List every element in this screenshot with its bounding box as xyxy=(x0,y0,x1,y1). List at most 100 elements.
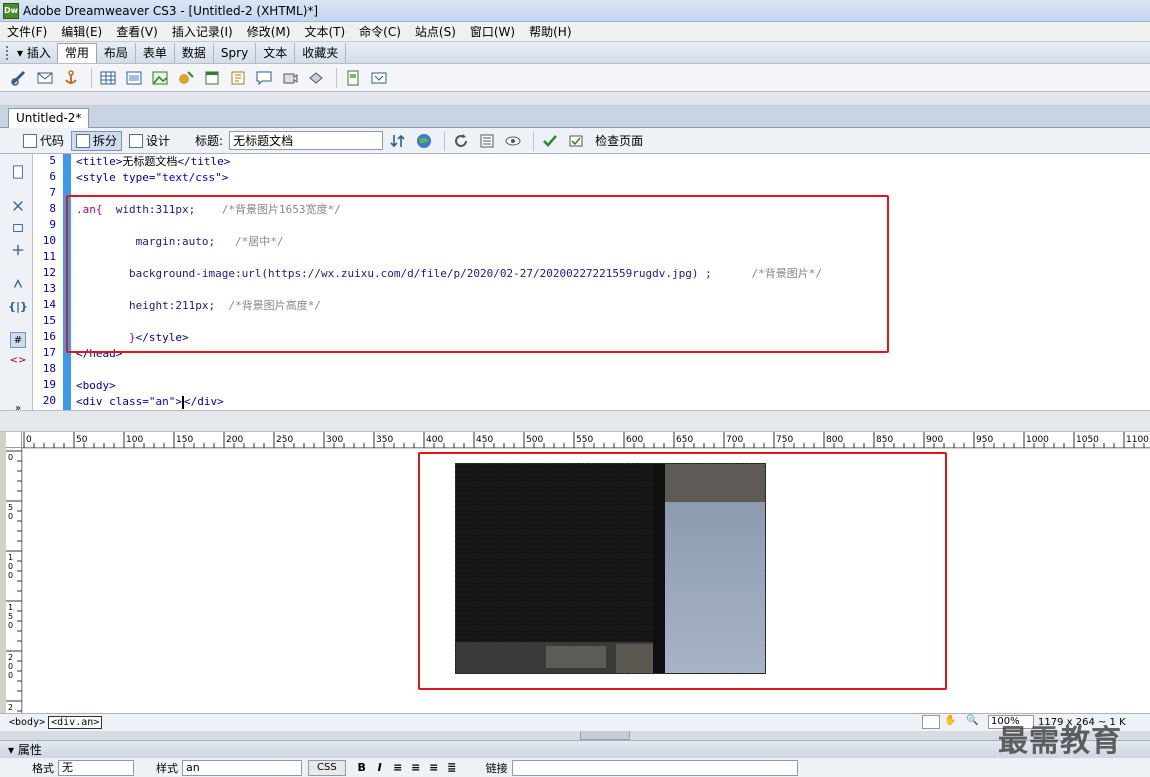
head-content-icon[interactable] xyxy=(279,67,301,89)
highlight-invalid-code-icon[interactable]: <> xyxy=(10,352,27,368)
menu-insert[interactable]: 插入记录(I) xyxy=(165,22,240,42)
design-view-button[interactable]: 设计 xyxy=(124,131,175,151)
link-input[interactable] xyxy=(511,759,798,776)
line-number: 16 xyxy=(42,330,56,343)
ruler-label: 50 xyxy=(76,435,88,445)
align-center-icon[interactable]: ≡ xyxy=(408,761,424,774)
date-icon[interactable] xyxy=(201,67,223,89)
comment-icon[interactable] xyxy=(253,67,275,89)
balance-braces-icon[interactable]: {|} xyxy=(8,298,28,314)
menu-modify[interactable]: 修改(M) xyxy=(240,22,298,42)
vertical-ruler[interactable]: 0501001502002 xyxy=(6,448,22,713)
view-options-icon[interactable] xyxy=(476,130,498,152)
align-justify-icon[interactable]: ≣ xyxy=(444,761,460,774)
menu-window[interactable]: 窗口(W) xyxy=(463,22,522,42)
expand-all-icon[interactable] xyxy=(10,242,26,258)
select-parent-tag-icon[interactable] xyxy=(10,276,26,292)
css-button[interactable]: CSS xyxy=(308,759,346,776)
insert-tab-text[interactable]: 文本 xyxy=(256,42,296,63)
menu-view[interactable]: 查看(V) xyxy=(109,22,165,42)
email-link-icon[interactable] xyxy=(34,67,56,89)
named-anchor-icon[interactable] xyxy=(60,67,82,89)
line-numbers-icon[interactable]: # xyxy=(10,332,26,348)
panel-grip-icon[interactable] xyxy=(6,45,14,60)
page-title-input[interactable] xyxy=(229,131,384,150)
ruler-label: 1 xyxy=(8,603,13,612)
menu-site[interactable]: 站点(S) xyxy=(408,22,463,42)
code-view-icon xyxy=(23,133,37,148)
horizontal-ruler[interactable]: 0 50 100 150 200 250 300 350 400 450 500 550 600 650 7… xyxy=(22,432,1150,448)
ruler-label: 550 xyxy=(576,435,593,445)
format-select[interactable]: 无 xyxy=(58,759,134,776)
insert-panel-bar: ▾ 插入 常用 布局 表单 数据 Spry 文本 收藏夹 xyxy=(0,42,1150,64)
validate-markup-icon[interactable] xyxy=(539,130,561,152)
preview-browser-icon[interactable] xyxy=(413,130,435,152)
menu-commands[interactable]: 命令(C) xyxy=(352,22,408,42)
document-tab-untitled-2[interactable]: Untitled-2* xyxy=(8,108,90,128)
insert-tab-favorites[interactable]: 收藏夹 xyxy=(295,42,347,63)
code-view-button[interactable]: 代码 xyxy=(18,131,69,151)
menu-bar: 文件(F) 编辑(E) 查看(V) 插入记录(I) 修改(M) 文本(T) 命令… xyxy=(0,22,1150,42)
title-bar: Dw Adobe Dreamweaver CS3 - [Untitled-2 (… xyxy=(0,0,1150,22)
check-browser-compat-icon[interactable] xyxy=(565,130,587,152)
menu-edit[interactable]: 编辑(E) xyxy=(54,22,109,42)
div-insert-icon[interactable] xyxy=(123,67,145,89)
ruler-label: 1050 xyxy=(1076,435,1099,445)
zoom-tool-icon[interactable]: 🔍 xyxy=(966,715,984,729)
collapse-selection-icon[interactable] xyxy=(10,220,26,236)
code-line-6[interactable]: <style type="text/css"> xyxy=(76,170,228,186)
ruler-label: 5 xyxy=(8,503,13,512)
code-line-19[interactable]: <body> xyxy=(76,378,116,394)
insert-tab-spry[interactable]: Spry xyxy=(214,42,257,63)
tag-chooser-icon[interactable] xyxy=(368,67,390,89)
menu-file[interactable]: 文件(F) xyxy=(0,22,54,42)
style-select[interactable]: an xyxy=(182,759,302,776)
vertical-ruler-ticks: 0501001502002 xyxy=(6,450,22,712)
media-icon[interactable] xyxy=(175,67,197,89)
code-line-20[interactable]: <div class="an"> </div> xyxy=(76,394,224,410)
collapse-full-tag-icon[interactable] xyxy=(10,198,26,214)
insert-tab-layout[interactable]: 布局 xyxy=(97,42,136,63)
server-side-include-icon[interactable] xyxy=(227,67,249,89)
bold-button[interactable]: B xyxy=(354,761,370,774)
ruler-label: 950 xyxy=(976,435,993,445)
ruler-label: 2 xyxy=(8,653,13,662)
visual-aids-icon[interactable] xyxy=(502,130,524,152)
insert-tab-data[interactable]: 数据 xyxy=(175,42,214,63)
ruler-label: 1 xyxy=(8,553,13,562)
refresh-icon[interactable] xyxy=(450,130,472,152)
select-tool-icon[interactable] xyxy=(922,715,940,729)
tag-selector-body[interactable]: <body> xyxy=(6,716,48,729)
panel-collapse-handle[interactable] xyxy=(580,731,630,740)
align-right-icon[interactable]: ≡ xyxy=(426,761,442,774)
ruler-label: 0 xyxy=(8,671,13,680)
open-documents-icon[interactable] xyxy=(10,164,26,180)
ruler-label: 1000 xyxy=(1026,435,1049,445)
split-divider[interactable] xyxy=(0,410,1150,432)
split-view-button[interactable]: 拆分 xyxy=(71,130,123,151)
menu-text[interactable]: 文本(T) xyxy=(297,22,352,42)
properties-title: ▾ 属性 xyxy=(8,743,42,757)
insert-panel-label[interactable]: ▾ 插入 xyxy=(17,44,51,61)
hand-tool-icon[interactable]: ✋ xyxy=(944,715,962,729)
script-icon[interactable] xyxy=(305,67,327,89)
italic-button[interactable]: I xyxy=(372,761,388,774)
code-line-5[interactable]: <title>无标题文档</title> xyxy=(76,154,230,170)
templates-icon[interactable] xyxy=(342,67,364,89)
properties-panel-header[interactable]: ▾ 属性 xyxy=(0,740,1150,758)
align-left-icon[interactable]: ≡ xyxy=(390,761,406,774)
code-view-label: 代码 xyxy=(40,134,65,148)
check-page-button[interactable]: 检查页面 xyxy=(595,132,643,149)
table-icon[interactable] xyxy=(97,67,119,89)
menu-help[interactable]: 帮助(H) xyxy=(522,22,578,42)
image-icon[interactable] xyxy=(149,67,171,89)
panel-separator xyxy=(0,92,1150,106)
insert-tab-common[interactable]: 常用 xyxy=(56,42,97,63)
hyperlink-icon[interactable] xyxy=(8,67,30,89)
tag-selector-div-an[interactable]: <div.an> xyxy=(48,716,103,729)
insert-tab-forms[interactable]: 表单 xyxy=(136,42,175,63)
line-number: 6 xyxy=(49,170,56,183)
line-number: 20 xyxy=(42,394,56,407)
file-management-icon[interactable] xyxy=(387,130,409,152)
ruler-origin[interactable] xyxy=(6,432,22,448)
